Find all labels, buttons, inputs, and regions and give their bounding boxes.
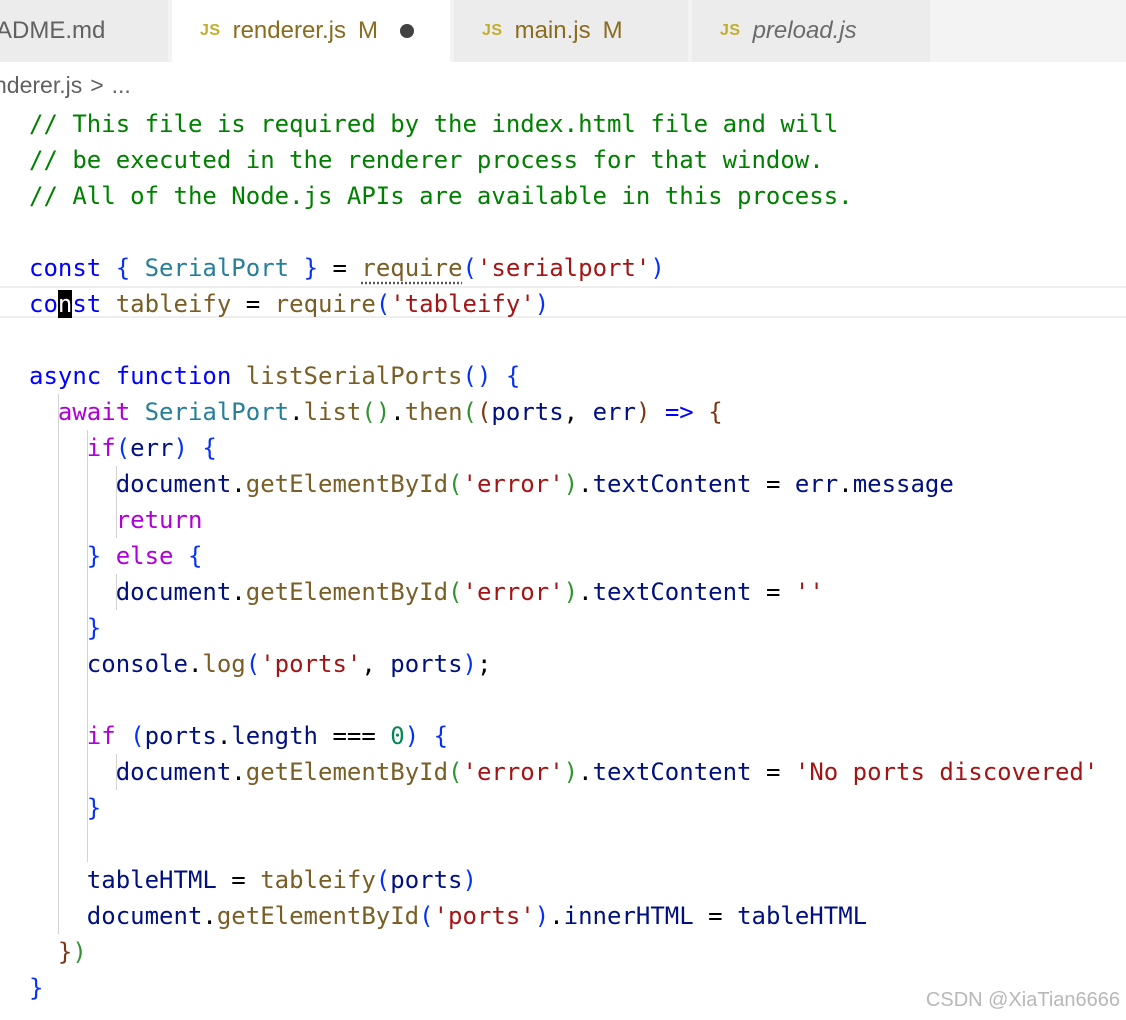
tab-main-js[interactable]: JS main.js M xyxy=(454,0,688,62)
code-line: document.getElementById('error').textCon… xyxy=(115,470,954,498)
code-line: await SerialPort.list().then((ports, err… xyxy=(57,398,723,426)
tab-preload-js[interactable]: JS preload.js xyxy=(692,0,930,62)
breadcrumb-file[interactable]: nderer.js xyxy=(0,72,82,99)
code-editor[interactable]: // This file is required by the index.ht… xyxy=(0,106,1126,1006)
javascript-file-icon: JS xyxy=(720,22,741,39)
tab-label: preload.js xyxy=(752,17,857,44)
tab-label: main.js xyxy=(514,17,591,44)
modified-badge: M xyxy=(357,17,378,44)
chevron-right-icon: > xyxy=(90,71,104,98)
javascript-file-icon: JS xyxy=(482,22,503,39)
tab-label: renderer.js xyxy=(232,17,346,44)
code-line: document.getElementById('ports').innerHT… xyxy=(86,902,868,930)
tab-readme[interactable]: ADME.md xyxy=(0,0,168,62)
code-line: return xyxy=(115,506,203,534)
code-line: // All of the Node.js APIs are available… xyxy=(29,182,853,210)
breadcrumb: nderer.js > ... xyxy=(0,68,131,102)
code-line: async function listSerialPorts() { xyxy=(29,362,521,390)
tab-renderer-js[interactable]: JS renderer.js M xyxy=(172,0,450,62)
code-line: tableHTML = tableify(ports) xyxy=(86,866,477,894)
code-line: } xyxy=(86,614,102,642)
code-line: }) xyxy=(57,938,87,966)
code-line: if(err) { xyxy=(86,434,217,462)
code-line: } xyxy=(86,794,102,822)
code-line: const tableify = require('tableify') xyxy=(29,290,550,318)
unsaved-dot-icon[interactable] xyxy=(399,24,414,38)
code-line: document.getElementById('error').textCon… xyxy=(115,578,824,606)
editor-tab-bar: ADME.md JS renderer.js M JS main.js M JS… xyxy=(0,0,1126,62)
code-line: } else { xyxy=(86,542,203,570)
javascript-file-icon: JS xyxy=(200,22,221,39)
code-line: // This file is required by the index.ht… xyxy=(29,110,839,138)
code-line: if (ports.length === 0) { xyxy=(86,722,449,750)
breadcrumb-more[interactable]: ... xyxy=(112,72,131,99)
watermark: CSDN @XiaTian6666 xyxy=(925,989,1120,1011)
modified-badge: M xyxy=(602,17,623,44)
tab-label: ADME.md xyxy=(0,17,106,44)
code-line: } xyxy=(29,974,44,1002)
code-line: // be executed in the renderer process f… xyxy=(29,146,824,174)
code-line: document.getElementById('error').textCon… xyxy=(115,758,1099,786)
code-line: const { SerialPort } = require('serialpo… xyxy=(29,254,665,282)
code-line: console.log('ports', ports); xyxy=(86,650,492,678)
text-cursor: n xyxy=(57,290,73,318)
